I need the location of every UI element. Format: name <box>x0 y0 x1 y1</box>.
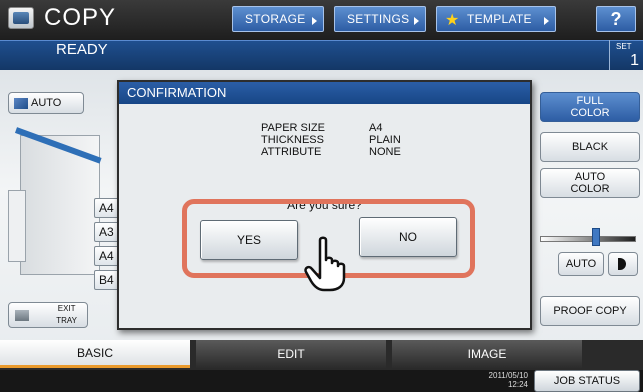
density-knob[interactable] <box>592 228 600 246</box>
info-value: A4 <box>369 122 383 134</box>
tab-basic[interactable]: BASIC <box>0 340 190 368</box>
date-time: 2011/05/10 12:24 <box>484 371 528 389</box>
info-label: ATTRIBUTE <box>261 146 322 158</box>
star-icon: ★ <box>445 12 460 29</box>
status-text: READY <box>56 41 108 58</box>
chevron-right-icon <box>312 17 317 25</box>
confirmation-dialog: CONFIRMATION PAPER SIZE THICKNESS ATTRIB… <box>117 80 532 330</box>
storage-label: STORAGE <box>245 12 306 26</box>
pointing-hand-icon <box>304 236 346 292</box>
exit-tray-button[interactable]: EXIT TRAY <box>8 302 88 328</box>
black-label: BLACK <box>571 141 609 153</box>
info-label: THICKNESS <box>261 134 324 146</box>
auto-paper-button[interactable]: AUTO <box>8 92 84 114</box>
dialog-title: CONFIRMATION <box>119 82 530 104</box>
black-button[interactable]: BLACK <box>540 132 640 162</box>
template-label: TEMPLATE <box>467 12 532 26</box>
auto-label: AUTO <box>31 97 62 109</box>
chevron-right-icon <box>414 17 419 25</box>
date: 2011/05/10 <box>488 371 528 380</box>
set-counter: SET 1 <box>609 40 643 70</box>
full-color-label: FULL COLOR <box>570 95 610 119</box>
density-track <box>540 236 636 242</box>
tab-image[interactable]: IMAGE <box>392 340 582 368</box>
yes-button[interactable]: YES <box>200 220 298 260</box>
top-bar: COPY STORAGE SETTINGS ★ TEMPLATE ? <box>0 0 643 40</box>
auto-color-button[interactable]: AUTO COLOR <box>540 168 640 198</box>
settings-button[interactable]: SETTINGS <box>334 6 426 32</box>
proof-copy-label: PROOF COPY <box>553 305 627 317</box>
storage-button[interactable]: STORAGE <box>232 6 324 32</box>
settings-label: SETTINGS <box>347 12 410 26</box>
help-button[interactable]: ? <box>596 6 636 32</box>
darker-button[interactable] <box>608 252 638 276</box>
proof-copy-button[interactable]: PROOF COPY <box>540 296 640 326</box>
info-label: PAPER SIZE <box>261 122 325 134</box>
template-button[interactable]: ★ TEMPLATE <box>436 6 556 32</box>
exit-tray-label: EXIT TRAY <box>56 304 77 325</box>
status-bar: READY <box>0 40 643 70</box>
auto-color-label: AUTO COLOR <box>570 171 610 195</box>
app-title: COPY <box>44 4 117 31</box>
info-value: NONE <box>369 146 401 158</box>
no-button[interactable]: NO <box>359 217 457 257</box>
bypass-tray <box>8 190 26 262</box>
set-count: 1 <box>630 52 639 69</box>
full-color-button[interactable]: FULL COLOR <box>540 92 640 122</box>
exit-tray-icon <box>15 310 29 321</box>
density-slider[interactable] <box>540 220 640 246</box>
footer-bar: 2011/05/10 12:24 JOB STATUS <box>0 370 643 392</box>
job-status-button[interactable]: JOB STATUS <box>534 370 640 392</box>
info-value: PLAIN <box>369 134 401 146</box>
chevron-right-icon <box>544 17 549 25</box>
copy-app-icon <box>8 7 34 29</box>
info-labels: PAPER SIZE THICKNESS ATTRIBUTE <box>261 122 361 158</box>
time: 12:24 <box>507 380 528 389</box>
tab-bar: BASIC EDIT IMAGE <box>0 340 643 370</box>
info-values: A4 PLAIN NONE <box>369 122 449 158</box>
paper-tray-icon <box>14 98 28 109</box>
auto-density-button[interactable]: AUTO <box>558 252 604 276</box>
tab-edit[interactable]: EDIT <box>196 340 386 368</box>
set-label: SET <box>616 42 632 51</box>
